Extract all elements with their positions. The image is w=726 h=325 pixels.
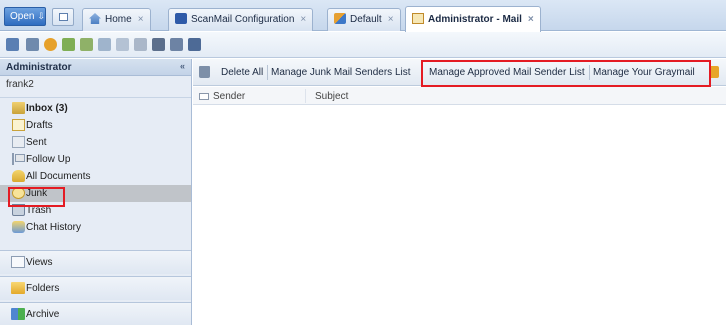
sidebar-section-label: Folders xyxy=(26,283,60,294)
sidebar-item-label: All Documents xyxy=(26,171,91,182)
sidebar-section-views[interactable]: Views xyxy=(0,250,191,274)
tab-scanmail-label: ScanMail Configuration xyxy=(191,14,295,25)
sent-icon xyxy=(12,136,25,148)
tab-scanmail-configuration[interactable]: ScanMail Configuration × xyxy=(168,8,314,31)
manage-junk-senders-button[interactable]: Manage Junk Mail Senders List xyxy=(271,67,411,78)
delete-all-button[interactable]: Delete All xyxy=(221,67,263,78)
sidebar-section-label: Archive xyxy=(26,309,60,320)
sidebar-item-label: Drafts xyxy=(26,120,53,131)
admin-mail-icon xyxy=(412,13,424,24)
sidebar-section-folders[interactable]: Folders xyxy=(0,276,191,300)
print-icon[interactable] xyxy=(26,38,39,51)
new-memo-icon[interactable] xyxy=(6,38,19,51)
show-desktop-button[interactable] xyxy=(52,8,74,26)
tab-default[interactable]: Default × xyxy=(327,8,401,31)
search-icon[interactable] xyxy=(152,38,165,51)
window-icon xyxy=(59,13,68,21)
open-button[interactable]: Open ⇩ xyxy=(4,7,46,26)
forward-icon[interactable] xyxy=(62,38,75,51)
mail-list-body xyxy=(193,106,726,325)
tab-admin-label: Administrator - Mail xyxy=(428,14,522,25)
column-divider xyxy=(305,89,306,103)
sidebar-item-label: Sent xyxy=(26,137,47,148)
close-icon[interactable]: × xyxy=(528,14,534,25)
tab-default-label: Default xyxy=(350,14,382,25)
chat-history-icon xyxy=(12,221,25,233)
tab-bar: Open ⇩ Home × ScanMail Configuration × Defa… xyxy=(0,0,726,32)
folders-icon xyxy=(11,282,25,294)
close-icon[interactable]: × xyxy=(138,14,144,25)
sidebar-item-label: Inbox (3) xyxy=(26,103,68,114)
sidebar-section-archive[interactable]: Archive xyxy=(0,302,191,325)
scanmail-icon xyxy=(175,13,187,24)
views-icon xyxy=(11,256,25,268)
sidebar-item-drafts[interactable]: Drafts xyxy=(0,117,191,134)
open-button-label: Open xyxy=(10,11,35,22)
sidebar-item-inbox[interactable]: Inbox (3) xyxy=(0,100,191,117)
move-icon[interactable] xyxy=(98,38,111,51)
collapse-icon[interactable]: « xyxy=(180,61,185,71)
sidebar-item-label: Follow Up xyxy=(26,154,71,165)
close-icon[interactable]: × xyxy=(388,14,394,25)
sidebar-section-label: Views xyxy=(26,257,53,268)
divider xyxy=(0,97,191,98)
column-sender[interactable]: Sender xyxy=(213,91,245,102)
download-arrow-icon: ⇩ xyxy=(37,11,46,21)
divider xyxy=(267,65,268,80)
all-documents-icon xyxy=(12,170,25,182)
icon-toolbar xyxy=(0,32,726,58)
drafts-icon xyxy=(12,119,25,131)
mail-list-header: Sender Subject xyxy=(193,87,726,105)
default-icon xyxy=(334,13,346,24)
follow-up-icon xyxy=(12,153,25,165)
highlight-box-junk xyxy=(8,187,65,207)
replicate-icon[interactable] xyxy=(44,38,57,51)
close-icon[interactable]: × xyxy=(300,14,306,25)
tab-home[interactable]: Home × xyxy=(82,8,151,31)
tab-home-label: Home xyxy=(105,14,132,25)
inbox-icon xyxy=(12,102,25,114)
trash-icon xyxy=(199,66,210,78)
reply-icon[interactable] xyxy=(80,38,93,51)
sidebar-user: frank2 xyxy=(6,79,34,90)
addressbook-icon[interactable] xyxy=(170,38,183,51)
sidebar-item-sent[interactable]: Sent xyxy=(0,134,191,151)
sidebar-item-all-documents[interactable]: All Documents xyxy=(0,168,191,185)
copy-icon[interactable] xyxy=(134,38,147,51)
home-icon xyxy=(89,13,101,24)
back-icon[interactable] xyxy=(116,38,129,51)
archive-icon xyxy=(11,308,25,320)
highlight-box-manage-lists xyxy=(421,60,711,87)
sidebar-title: Administrator xyxy=(6,62,72,73)
column-subject[interactable]: Subject xyxy=(315,91,348,102)
calendar-icon[interactable] xyxy=(188,38,201,51)
sidebar-item-follow-up[interactable]: Follow Up xyxy=(0,151,191,168)
sidebar-item-chat-history[interactable]: Chat History xyxy=(0,219,191,236)
envelope-icon xyxy=(199,93,209,100)
sidebar-header: Administrator « xyxy=(0,59,191,76)
tab-administrator-mail[interactable]: Administrator - Mail × xyxy=(405,6,541,32)
sidebar-item-label: Chat History xyxy=(26,222,82,233)
